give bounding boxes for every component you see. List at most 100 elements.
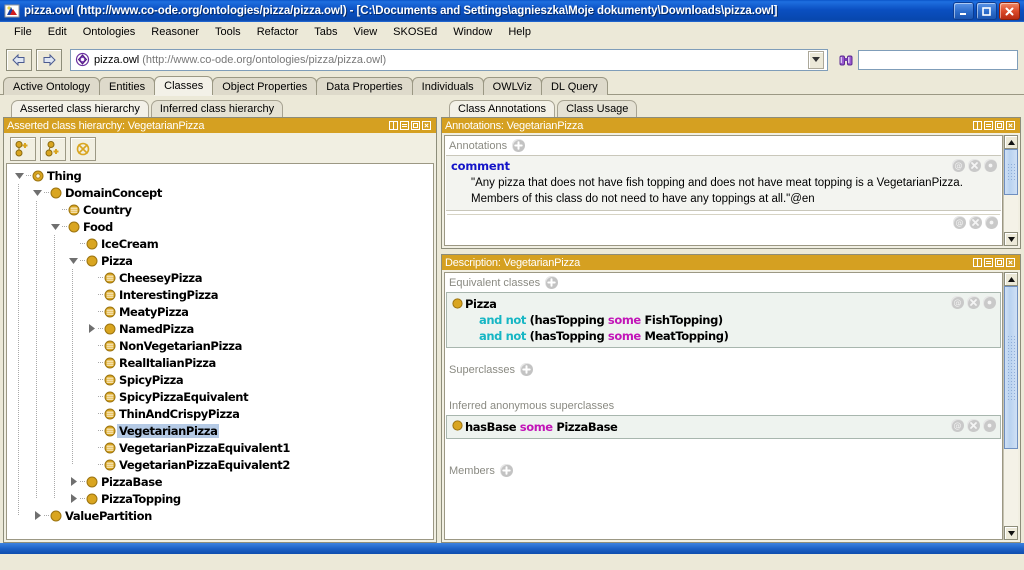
panel-split-icon[interactable]: [389, 121, 398, 130]
menu-item-view[interactable]: View: [346, 24, 386, 40]
panel-collapse-icon[interactable]: [984, 258, 993, 267]
tree-node[interactable]: SpicyPizzaEquivalent: [7, 388, 433, 405]
tree-node[interactable]: NonVegetarianPizza: [7, 337, 433, 354]
add-annotation-button[interactable]: [512, 139, 526, 152]
tab-dl-query[interactable]: DL Query: [540, 77, 608, 95]
tab-active-ontology[interactable]: Active Ontology: [3, 77, 101, 95]
tree-node[interactable]: RealItalianPizza: [7, 354, 433, 371]
twisty-collapsed-icon[interactable]: [67, 473, 80, 490]
chevron-down-icon[interactable]: [808, 50, 824, 69]
add-superclass-button[interactable]: [520, 363, 534, 376]
tab-individuals[interactable]: Individuals: [411, 77, 484, 95]
edit-icon[interactable]: [985, 216, 998, 229]
menu-item-ontologies[interactable]: Ontologies: [75, 24, 144, 40]
delete-icon[interactable]: [968, 159, 981, 172]
inferred-superclass-row[interactable]: hasBase some PizzaBase @: [446, 415, 1001, 439]
ontology-url-combobox[interactable]: pizza.owl (http://www.co-ode.org/ontolog…: [70, 48, 828, 71]
menu-item-refactor[interactable]: Refactor: [249, 24, 307, 40]
tab-object-properties[interactable]: Object Properties: [212, 77, 318, 95]
subtab-inferred-class-hierarchy[interactable]: Inferred class hierarchy: [150, 100, 284, 117]
tree-node[interactable]: ValuePartition: [7, 507, 433, 524]
tree-node[interactable]: VegetarianPizzaEquivalent2: [7, 456, 433, 473]
panel-close-icon[interactable]: [1006, 121, 1015, 130]
scroll-thumb[interactable]: [1004, 286, 1018, 450]
twisty-expanded-icon[interactable]: [13, 167, 26, 184]
menu-item-tabs[interactable]: Tabs: [306, 24, 345, 40]
add-sibling-class-button[interactable]: [40, 137, 66, 161]
binoculars-icon[interactable]: [838, 52, 854, 68]
panel-collapse-icon[interactable]: [984, 121, 993, 130]
edit-icon[interactable]: [983, 296, 996, 309]
back-button[interactable]: [6, 48, 32, 71]
search-input[interactable]: [858, 49, 1018, 70]
scroll-up-icon[interactable]: [1004, 135, 1018, 149]
annotation-icon[interactable]: @: [951, 296, 964, 309]
tree-node[interactable]: InterestingPizza: [7, 286, 433, 303]
close-button[interactable]: [999, 2, 1020, 20]
edit-icon[interactable]: [984, 159, 997, 172]
menu-item-file[interactable]: File: [6, 24, 40, 40]
add-subclass-button[interactable]: [10, 137, 36, 161]
tab-owlviz[interactable]: OWLViz: [482, 77, 542, 95]
panel-close-icon[interactable]: [422, 121, 431, 130]
tree-node[interactable]: ThinAndCrispyPizza: [7, 405, 433, 422]
add-equivalent-class-button[interactable]: [545, 276, 559, 289]
tree-node[interactable]: Thing: [7, 167, 433, 184]
tab-data-properties[interactable]: Data Properties: [316, 77, 413, 95]
panel-split-icon[interactable]: [973, 258, 982, 267]
subtab-class-usage[interactable]: Class Usage: [557, 100, 638, 117]
tree-node[interactable]: IceCream: [7, 235, 433, 252]
panel-collapse-icon[interactable]: [400, 121, 409, 130]
maximize-button[interactable]: [976, 2, 997, 20]
delete-icon[interactable]: [969, 216, 982, 229]
twisty-collapsed-icon[interactable]: [85, 320, 98, 337]
add-member-button[interactable]: [499, 464, 513, 477]
tree-node[interactable]: Food: [7, 218, 433, 235]
menu-item-reasoner[interactable]: Reasoner: [143, 24, 207, 40]
panel-split-icon[interactable]: [973, 121, 982, 130]
scroll-up-icon[interactable]: [1004, 272, 1018, 286]
panel-maximize-icon[interactable]: [411, 121, 420, 130]
tree-node[interactable]: VegetarianPizzaEquivalent1: [7, 439, 433, 456]
minimize-button[interactable]: [953, 2, 974, 20]
twisty-collapsed-icon[interactable]: [67, 490, 80, 507]
tree-node[interactable]: CheeseyPizza: [7, 269, 433, 286]
tab-classes[interactable]: Classes: [154, 76, 214, 95]
subtab-asserted-class-hierarchy[interactable]: Asserted class hierarchy: [11, 100, 149, 117]
panel-close-icon[interactable]: [1006, 258, 1015, 267]
tree-node[interactable]: SpicyPizza: [7, 371, 433, 388]
annotation-row[interactable]: comment "Any pizza that does not have fi…: [446, 155, 1001, 211]
tree-node[interactable]: MeatyPizza: [7, 303, 433, 320]
tree-node[interactable]: NamedPizza: [7, 320, 433, 337]
twisty-expanded-icon[interactable]: [49, 218, 62, 235]
class-hierarchy-tree[interactable]: Thing DomainConcept Country Food IceCream Piz…: [6, 163, 434, 540]
twisty-collapsed-icon[interactable]: [31, 507, 44, 524]
menu-item-tools[interactable]: Tools: [207, 24, 249, 40]
scroll-track[interactable]: [1004, 286, 1018, 526]
tree-node[interactable]: DomainConcept: [7, 184, 433, 201]
menu-item-help[interactable]: Help: [500, 24, 539, 40]
menu-item-edit[interactable]: Edit: [40, 24, 75, 40]
tree-node[interactable]: Pizza: [7, 252, 433, 269]
tree-node-selected[interactable]: VegetarianPizza: [7, 422, 433, 439]
menu-item-skosed[interactable]: SKOSEd: [385, 24, 445, 40]
description-scrollbar[interactable]: [1003, 272, 1018, 540]
annotation-icon[interactable]: @: [951, 419, 964, 432]
panel-maximize-icon[interactable]: [995, 121, 1004, 130]
menu-item-window[interactable]: Window: [445, 24, 500, 40]
delete-icon[interactable]: [967, 419, 980, 432]
subtab-class-annotations[interactable]: Class Annotations: [449, 100, 556, 117]
edit-icon[interactable]: [983, 419, 996, 432]
tab-entities[interactable]: Entities: [99, 77, 156, 95]
twisty-expanded-icon[interactable]: [31, 184, 44, 201]
scroll-down-icon[interactable]: [1004, 232, 1018, 246]
delete-class-button[interactable]: [70, 137, 96, 161]
scroll-track[interactable]: [1004, 149, 1018, 232]
scroll-thumb[interactable]: [1004, 149, 1018, 196]
tree-node[interactable]: PizzaBase: [7, 473, 433, 490]
panel-maximize-icon[interactable]: [995, 258, 1004, 267]
equivalent-class-row[interactable]: Pizza and not (hasTopping some FishToppi…: [446, 292, 1001, 348]
annotations-scrollbar[interactable]: [1003, 135, 1018, 246]
forward-button[interactable]: [36, 48, 62, 71]
scroll-down-icon[interactable]: [1004, 526, 1018, 540]
